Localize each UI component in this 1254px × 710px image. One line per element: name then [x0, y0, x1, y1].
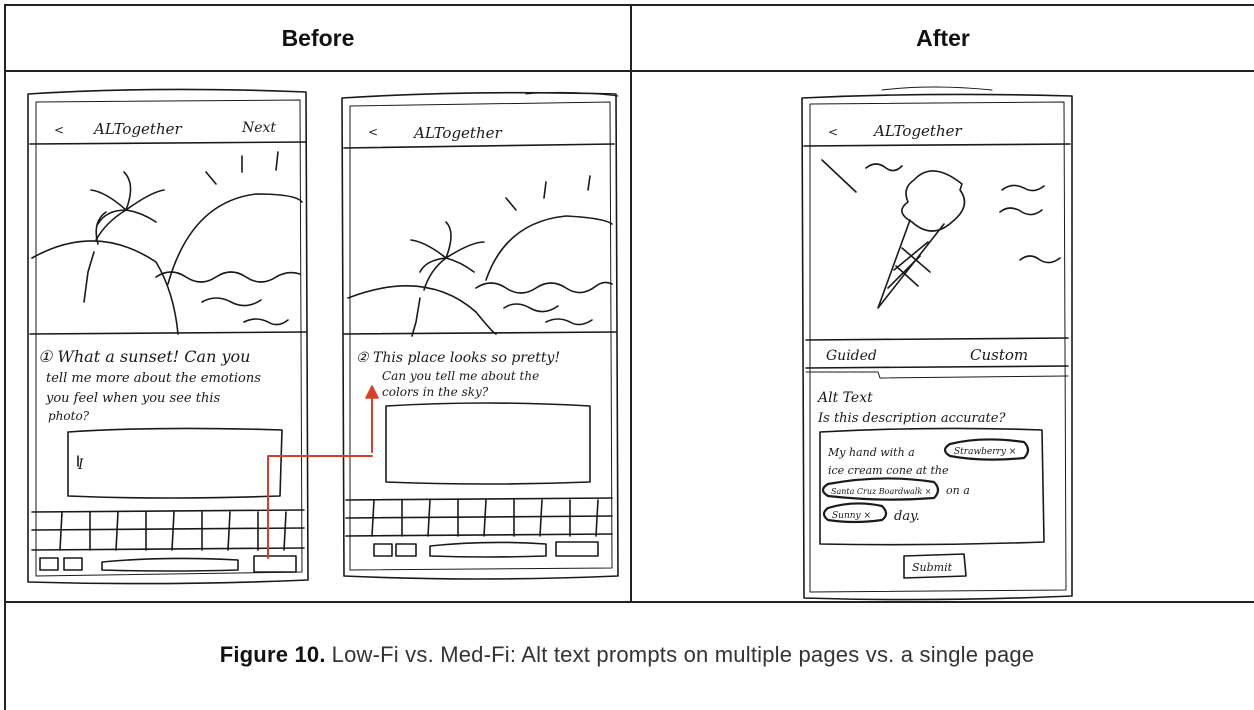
tab-custom: Custom [970, 346, 1028, 364]
sketch1-prompt-line1: ① What a sunset! Can you [38, 347, 250, 366]
sketch2-prompt-line1: ② This place looks so pretty! [356, 350, 560, 366]
desc-part-4: day. [894, 509, 920, 524]
desc-part-2: ice cream cone at the [828, 464, 949, 477]
tab-guided: Guided [826, 348, 877, 364]
sketch1-prompt-line2: tell me more about the emotions [46, 371, 261, 386]
after-header: After [916, 24, 970, 51]
chip-sunny: Sunny × [832, 511, 871, 521]
accuracy-question: Is this description accurate? [817, 411, 1006, 426]
desc-part-3: on a [946, 484, 970, 497]
figure-caption-text: Low-Fi vs. Med-Fi: Alt text prompts on m… [331, 642, 1035, 667]
alt-text-label: Alt Text [816, 390, 873, 406]
figure-label: Figure 10. [219, 642, 326, 667]
sketch2-prompt-line2: Can you tell me about the [382, 369, 539, 383]
sketch1-back: < [54, 123, 64, 137]
sketch2-title: ALTogether [412, 124, 502, 142]
sketch1-title: ALTogether [92, 120, 182, 138]
sketch1-next: Next [241, 120, 276, 136]
medfi-phone-sketch [801, 86, 1073, 601]
sketch1-prompt-line3: you feel when you see this [45, 391, 220, 406]
desc-part-1: My hand with a [827, 446, 915, 459]
sketch1-prompt-line4: photo? [48, 409, 90, 423]
after-back: < [828, 125, 838, 139]
figure-caption: Figure 10. Low-Fi vs. Med-Fi: Alt text p… [0, 603, 1254, 707]
sketch1-input-value: I [77, 457, 84, 473]
after-cell: < ALTogether Guided Custom Alt Text Is t… [632, 72, 1254, 601]
before-cell: < ALTogether Next ① What a sunset! Can y… [6, 72, 630, 601]
chip-location: Santa Cruz Boardwalk × [831, 487, 931, 496]
before-sketches: < ALTogether Next ① What a sunset! Can y… [27, 88, 619, 585]
lowfi-phone-sketch-2 [341, 91, 619, 580]
sketch2-back: < [368, 125, 378, 139]
chip-strawberry: Strawberry × [954, 447, 1016, 457]
lowfi-phone-sketch-1 [27, 88, 309, 585]
after-title: ALTogether [872, 122, 962, 140]
before-header: Before [281, 24, 355, 51]
after-sketch: < ALTogether Guided Custom Alt Text Is t… [801, 86, 1073, 601]
submit-button: Submit [912, 561, 953, 574]
sketch2-prompt-line3: colors in the sky? [382, 385, 489, 399]
